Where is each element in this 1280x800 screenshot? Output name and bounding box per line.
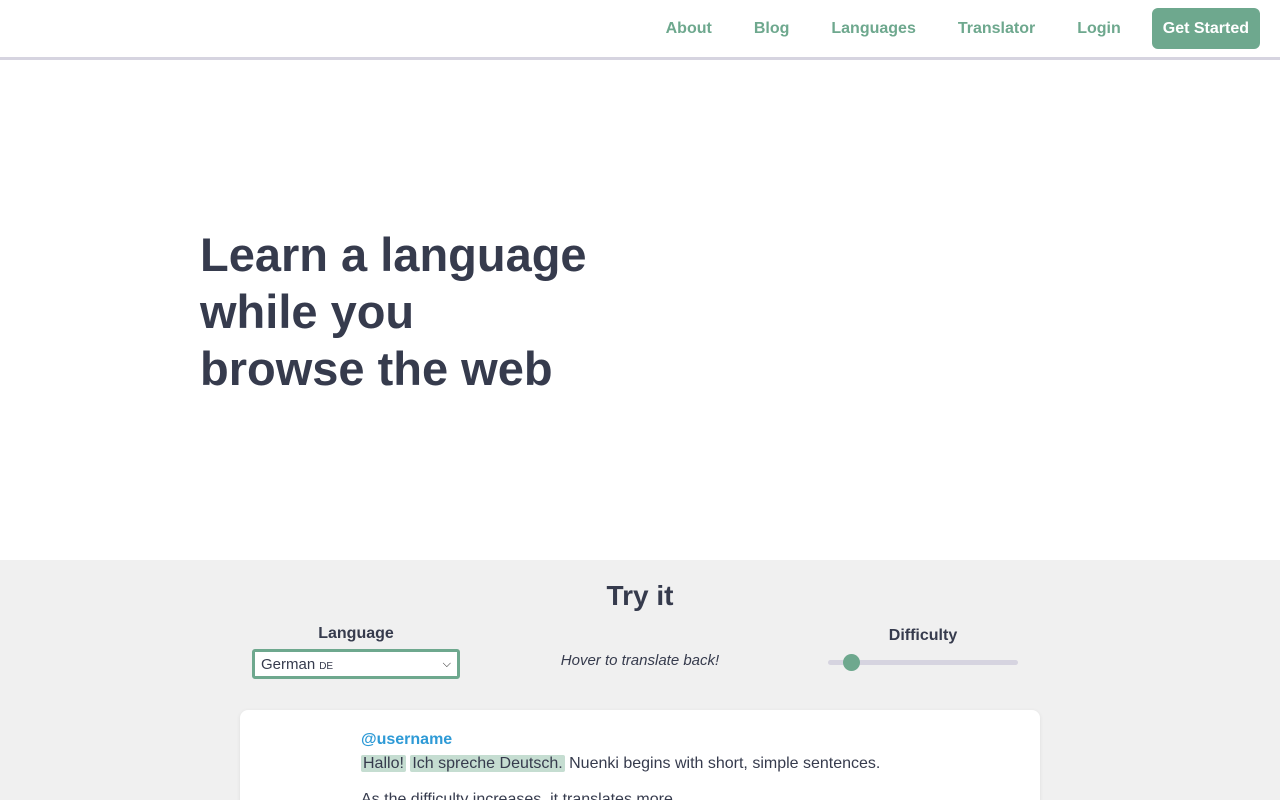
chevron-down-icon: ⌵ (442, 657, 451, 670)
try-it-title: Try it (606, 580, 674, 611)
language-name: German (261, 655, 316, 673)
nav-translator-link[interactable]: Translator (958, 20, 1035, 38)
nav-blog-link[interactable]: Blog (754, 20, 790, 38)
navbar: About Blog Languages Translator Login Ge… (0, 0, 1280, 60)
translated-phrase-1[interactable]: Hallo! (361, 755, 406, 772)
difficulty-label: Difficulty (888, 627, 958, 644)
language-code: DE (319, 660, 334, 672)
hero-title-line-3: browse the web (200, 342, 553, 395)
get-started-button[interactable]: Get Started (1151, 8, 1260, 49)
hero-title-line-2: while you (200, 285, 415, 338)
nav-links: About Blog Languages Translator Login Ge… (666, 8, 1260, 49)
language-select[interactable]: German DE ⌵ (252, 649, 460, 679)
demo-line-2: As the difficulty increases, it translat… (361, 791, 678, 800)
hover-hint: Hover to translate back! (560, 652, 720, 669)
nav-about-link[interactable]: About (666, 20, 712, 38)
hero-title: Learn a language while you browse the we… (200, 226, 587, 397)
demo-username: @username (361, 731, 453, 748)
language-select-value: German DE (261, 656, 333, 673)
demo-text-1: Nuenki begins with short, simple sentenc… (569, 755, 881, 772)
nav-languages-link[interactable]: Languages (831, 20, 915, 38)
translated-phrase-2[interactable]: Ich spreche Deutsch. (410, 755, 565, 772)
nav-login-link[interactable]: Login (1077, 20, 1121, 38)
language-label: Language (318, 625, 394, 642)
difficulty-slider[interactable] (828, 654, 1018, 671)
hero-title-line-1: Learn a language (200, 228, 587, 281)
difficulty-slider-thumb[interactable] (842, 654, 860, 671)
demo-line-1: Hallo! Ich spreche Deutsch. Nuenki begin… (361, 754, 880, 774)
